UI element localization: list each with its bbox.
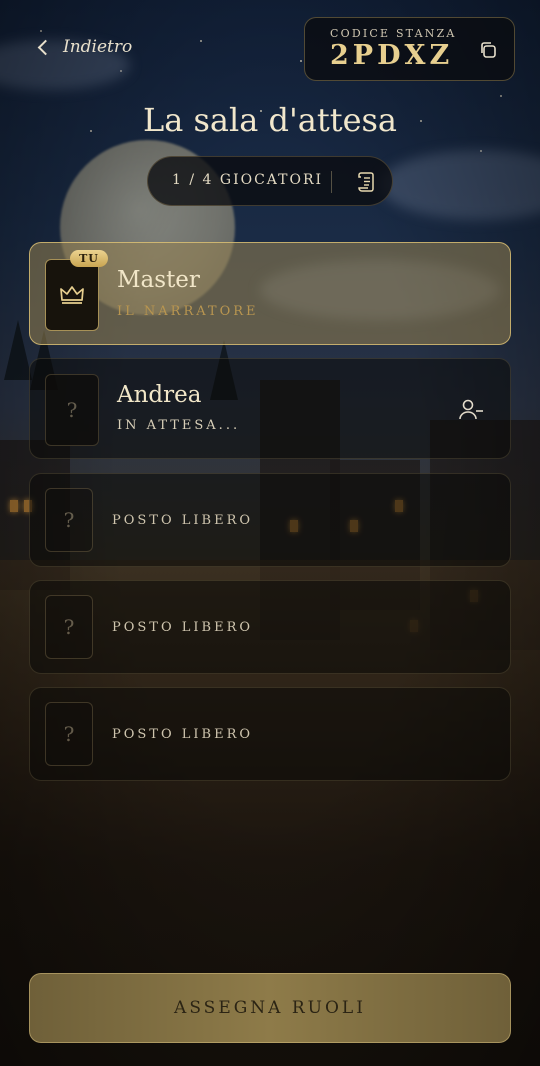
crown-icon: [60, 286, 84, 304]
free-slot[interactable]: ? POSTO LIBERO: [29, 580, 511, 674]
remove-user-icon[interactable]: [458, 398, 484, 422]
assign-roles-label: ASSEGNA RUOLI: [174, 998, 366, 1018]
divider: [331, 171, 332, 193]
player-role: IL NARRATORE: [117, 304, 259, 319]
free-slot-label: POSTO LIBERO: [112, 620, 254, 635]
avatar: [45, 259, 99, 331]
copy-icon[interactable]: [478, 40, 498, 60]
chevron-left-icon: [37, 39, 54, 56]
free-slot-label: POSTO LIBERO: [112, 513, 254, 528]
room-code-label: CODICE STANZA: [330, 27, 457, 40]
player-slot-master: TU Master IL NARRATORE: [29, 242, 511, 345]
free-slot[interactable]: ? POSTO LIBERO: [29, 687, 511, 781]
free-slot[interactable]: ? POSTO LIBERO: [29, 473, 511, 567]
player-count-text: 1 / 4 GIOCATORI: [172, 172, 324, 188]
unknown-placeholder: ?: [63, 722, 75, 746]
room-code-box: CODICE STANZA 2PDXZ: [304, 17, 515, 81]
unknown-placeholder: ?: [66, 398, 78, 422]
back-button[interactable]: Indietro: [37, 37, 133, 57]
avatar-placeholder: ?: [45, 488, 93, 552]
player-slot-andrea: ? Andrea IN ATTESA...: [29, 358, 511, 459]
avatar: ?: [45, 374, 99, 446]
page-title: La sala d'attesa: [143, 101, 397, 139]
player-name: Master: [117, 267, 200, 293]
player-status: IN ATTESA...: [117, 418, 241, 433]
avatar-placeholder: ?: [45, 702, 93, 766]
player-name: Andrea: [117, 382, 202, 408]
unknown-placeholder: ?: [63, 615, 75, 639]
unknown-placeholder: ?: [63, 508, 75, 532]
free-slot-label: POSTO LIBERO: [112, 727, 254, 742]
room-code-value: 2PDXZ: [330, 40, 454, 71]
player-counter: 1 / 4 GIOCATORI: [147, 156, 393, 206]
assign-roles-button[interactable]: ASSEGNA RUOLI: [29, 973, 511, 1043]
avatar-placeholder: ?: [45, 595, 93, 659]
scroll-icon[interactable]: [356, 171, 376, 193]
back-label: Indietro: [63, 37, 133, 57]
you-badge: TU: [70, 250, 108, 267]
